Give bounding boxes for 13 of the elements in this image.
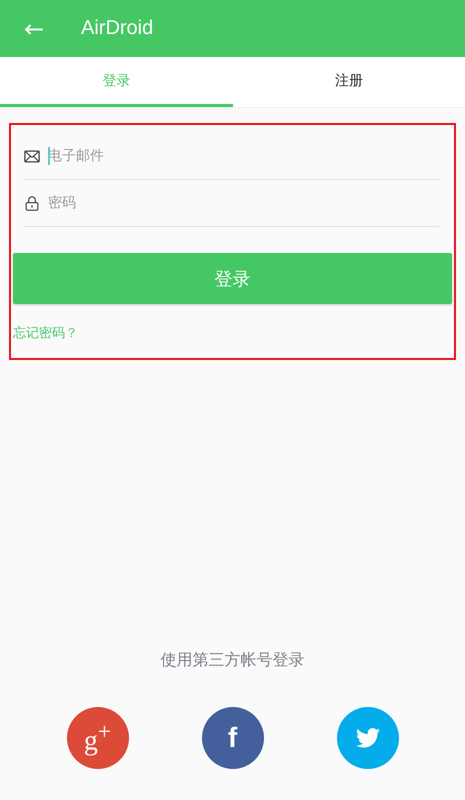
- envelope-icon: [24, 148, 40, 164]
- app-title: AirDroid: [81, 17, 154, 40]
- tab[interactable]: 注册: [232, 57, 465, 107]
- bird-icon: [356, 728, 380, 748]
- forgot-password-link[interactable]: 忘记密码？: [13, 324, 78, 342]
- lock-icon: [24, 196, 40, 210]
- back-button[interactable]: ←: [12, 14, 56, 42]
- third-party-caption: 使用第三方帐号登录: [160, 650, 304, 671]
- google-button[interactable]: g$^{+}$: [66, 707, 128, 769]
- facebook-button[interactable]: f: [202, 707, 264, 769]
- tab[interactable]: 登录: [0, 57, 232, 107]
- login-button[interactable]: 登录: [13, 253, 452, 304]
- input-field[interactable]: 密码: [48, 195, 439, 211]
